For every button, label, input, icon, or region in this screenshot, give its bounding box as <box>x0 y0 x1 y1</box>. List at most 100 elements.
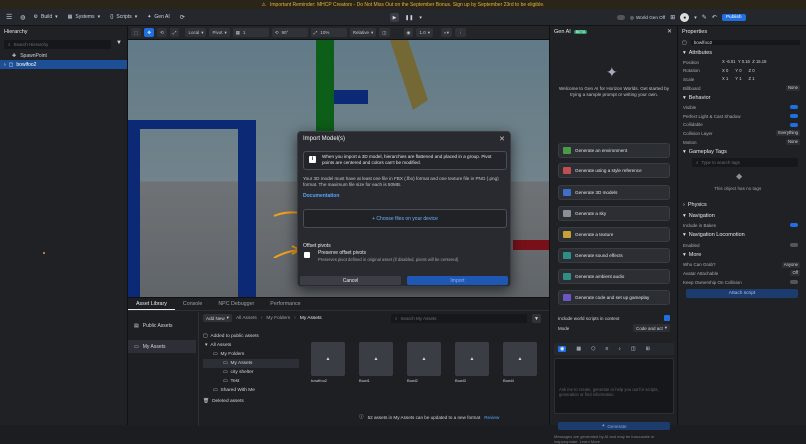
object-name-field[interactable]: bowlfoo2 <box>690 40 800 45</box>
asset-tile[interactable]: ▲ Bowl4 <box>503 342 537 383</box>
preserve-pivots-checkbox[interactable] <box>304 252 310 258</box>
audio-icon[interactable]: ♪ <box>618 346 621 352</box>
breadcrumb-item-current[interactable]: My Assets <box>300 316 322 321</box>
folder-item[interactable]: ▭ Shared With Me <box>203 386 299 395</box>
genai-action-button[interactable]: Generate code and set up gameplay <box>558 290 670 305</box>
folder-item[interactable]: ▭ My Folders <box>203 350 299 359</box>
who-can-grab-select[interactable]: Anyone <box>781 261 800 268</box>
close-icon[interactable]: ✕ <box>499 135 505 143</box>
genai-action-button[interactable]: Generate sound effects <box>558 248 670 263</box>
asset-tile[interactable]: ▲ Bowl1 <box>359 342 393 383</box>
move-tool[interactable]: ✥ <box>144 28 155 37</box>
world-gen-toggle[interactable]: ◎ World Gen Off <box>630 15 665 21</box>
folder-item[interactable]: ▢ Added to public assets <box>203 332 299 341</box>
breadcrumb-item[interactable]: My Folders <box>266 316 290 321</box>
genai-action-button[interactable]: Generate using a style reference <box>558 163 670 178</box>
snap-rotate-field[interactable]: ⟲ 90° <box>271 28 308 37</box>
play-button[interactable]: ▶ <box>390 13 399 22</box>
world-icon[interactable]: ◍ <box>20 14 25 21</box>
avatar-icon[interactable]: ● <box>680 13 690 22</box>
section-more[interactable]: ▾ More <box>678 250 806 261</box>
snap-scale-field[interactable]: ⤢ 10% <box>310 28 347 37</box>
refresh-icon[interactable]: ⟳ <box>180 14 185 21</box>
genai-action-button[interactable]: Generate a texture <box>558 227 670 242</box>
position-row[interactable]: Position X -6.01 Y 0.16 Z 15.18 <box>678 58 806 67</box>
list-icon[interactable]: ≡ <box>605 346 608 352</box>
tab-asset-library[interactable]: Asset Library <box>128 298 175 310</box>
mode-select[interactable]: Code and act ▾ <box>632 324 670 332</box>
motion-select[interactable]: None <box>785 138 800 145</box>
attach-script-button[interactable]: Attach script <box>686 289 798 299</box>
collision-layer-row[interactable]: Collision Layer Everything <box>678 129 806 138</box>
publish-button[interactable]: Publish <box>721 14 746 21</box>
rotation-values[interactable]: X 0 Y 0 Z 0 <box>722 68 755 73</box>
display-mode-icon[interactable]: ◐▾ <box>441 28 452 37</box>
chevron-down-icon[interactable]: ▾ <box>694 15 697 21</box>
chat-icon[interactable]: ◉ <box>558 346 567 352</box>
add-new-button[interactable]: Add New ▾ <box>203 314 232 322</box>
filter-icon[interactable]: ▼ <box>532 314 541 323</box>
code-icon[interactable]: ◫ <box>631 346 636 352</box>
tab-npc-debugger[interactable]: NPC Debugger <box>210 298 262 310</box>
build-menu[interactable]: ⚙ Build ▾ <box>34 14 58 20</box>
keep-ownership-toggle[interactable] <box>790 279 798 284</box>
snap-move-field[interactable]: ▦ 1 <box>232 28 269 37</box>
review-link[interactable]: Review <box>484 415 499 420</box>
folder-item-selected[interactable]: ▭ My Assets <box>203 359 299 368</box>
filter-icon[interactable]: ▼ <box>116 40 122 46</box>
section-behavior[interactable]: ▾ Behavior <box>678 92 806 103</box>
collidable-toggle[interactable] <box>790 122 798 127</box>
collision-layer-select[interactable]: Everything <box>776 130 800 137</box>
visible-toggle[interactable] <box>790 105 798 110</box>
section-navigation-locomotion[interactable]: ▾ Navigation Locomotion <box>678 230 806 241</box>
avatar-attachable-select[interactable]: Off <box>790 270 800 277</box>
relative-select[interactable]: Relative ▾ <box>349 28 377 37</box>
rotate-tool[interactable]: ⟲ <box>157 28 167 37</box>
avatar-attachable-row[interactable]: Avatar Attachable Off <box>678 269 806 278</box>
camera-icon[interactable]: ◉ <box>403 28 414 37</box>
billboard-select[interactable]: None <box>785 84 800 91</box>
camera-speed-field[interactable]: 1.0 ▾ <box>416 28 434 37</box>
scripts-menu[interactable]: {} Scripts ▾ <box>110 14 137 20</box>
cube-icon[interactable]: ⬡ <box>591 346 595 352</box>
scale-row[interactable]: Scale X 1 Y 1 Z 1 <box>678 75 806 84</box>
generate-button[interactable]: ✦ Generate <box>558 422 670 430</box>
collision-icon[interactable]: ◫ <box>379 28 390 37</box>
folder-item[interactable]: ▭ Test <box>203 377 299 386</box>
include-bakes-toggle[interactable] <box>790 223 798 228</box>
tab-performance[interactable]: Performance <box>262 298 308 310</box>
hierarchy-item-selected[interactable]: › ▢ bowlfoo2 <box>0 60 127 69</box>
sidebar-item-my-assets[interactable]: ▭ My Assets <box>128 340 196 353</box>
tab-console[interactable]: Console <box>175 298 210 310</box>
folder-item[interactable]: 🗑 Deleted assets <box>203 397 299 406</box>
select-tool[interactable]: ⬚ <box>131 28 142 37</box>
hierarchy-item[interactable]: ✚ SpawnPoint <box>0 51 127 60</box>
asset-search-input[interactable]: ⌕ Search My Assets <box>391 314 527 323</box>
genai-menu[interactable]: ✦ Gen AI <box>147 14 170 20</box>
toggle-icon[interactable] <box>617 15 625 20</box>
folder-item[interactable]: ▭ city shelter <box>203 368 299 377</box>
asset-tile[interactable]: ▲ bowlfoo2 <box>311 342 345 383</box>
menu-icon[interactable]: ☰ <box>6 13 12 21</box>
genai-action-button[interactable]: Generate 3D models <box>558 185 670 200</box>
edit-icon[interactable]: ✎ <box>702 14 707 21</box>
space-select[interactable]: Local ▾ <box>185 28 207 37</box>
scale-values[interactable]: X 1 Y 1 Z 1 <box>722 76 755 81</box>
genai-action-button[interactable]: Generate ambient audio <box>558 269 670 284</box>
announcement-banner[interactable]: ⚠ Important Reminder: MHCP Creators - Do… <box>0 0 806 9</box>
import-button[interactable]: Import <box>407 276 508 285</box>
pause-button[interactable]: ❚❚ <box>405 15 413 21</box>
position-values[interactable]: X -6.01 Y 0.16 Z 15.18 <box>722 59 766 64</box>
who-can-grab-row[interactable]: Who Can Grab? Anyone <box>678 261 806 270</box>
section-gameplay-tags[interactable]: ▾ Gameplay Tags <box>678 146 806 157</box>
breadcrumb-item[interactable]: All Assets <box>236 316 257 321</box>
section-navigation[interactable]: ▾ Navigation <box>678 210 806 221</box>
chevron-down-icon[interactable]: ▾ <box>419 15 422 21</box>
close-icon[interactable]: ✕ <box>667 28 672 35</box>
include-scripts-checkbox[interactable] <box>664 315 670 321</box>
file-drop-zone[interactable]: + Choose files on your device <box>303 209 507 228</box>
enabled-toggle[interactable] <box>790 242 798 247</box>
rotation-row[interactable]: Rotation X 0 Y 0 Z 0 <box>678 67 806 76</box>
asset-tile[interactable]: ▲ Bowl2 <box>407 342 441 383</box>
prompt-input[interactable]: Ask me to create, generate or help you o… <box>554 358 674 414</box>
